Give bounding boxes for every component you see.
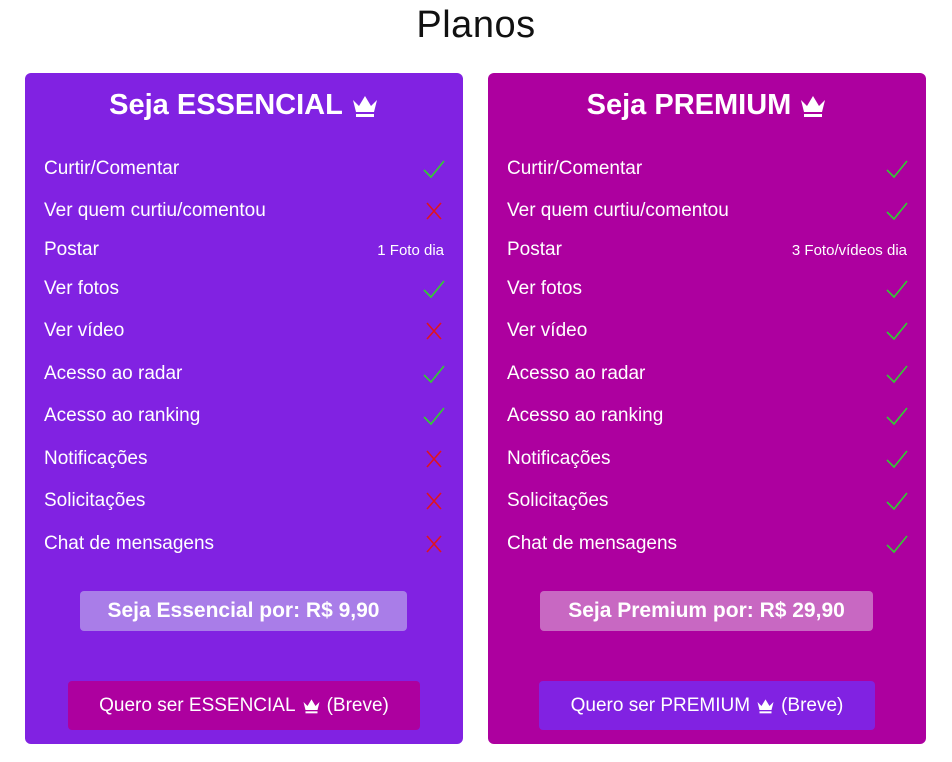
cross-icon [422,532,446,556]
feature-row: Solicitações [507,486,909,516]
page-title: Planos [416,4,536,46]
feature-label: Ver fotos [44,278,119,299]
feature-value: 3 Foto/vídeos dia [791,241,907,259]
feature-label: Postar [507,239,562,260]
feature-value: 1 Foto dia [377,241,444,259]
check-icon [885,489,909,513]
feature-label: Postar [44,239,99,260]
feature-row: Ver fotos [44,274,446,304]
subscribe-essencial-button[interactable]: Quero ser ESSENCIAL (Breve) [68,681,420,730]
cross-icon [422,489,446,513]
feature-row: Acesso ao ranking [44,401,446,431]
feature-label: Curtir/Comentar [44,158,180,179]
subscribe-premium-button[interactable]: Quero ser PREMIUM (Breve) [539,681,875,730]
cross-icon [422,319,446,343]
check-icon [422,404,446,428]
check-icon [885,199,909,223]
plan-title-text: Seja ESSENCIAL [109,89,343,121]
crown-icon [799,94,827,118]
price-badge-premium: Seja Premium por: R$ 29,90 [540,591,873,631]
crown-icon [302,698,321,714]
feature-label: Chat de mensagens [507,533,678,554]
feature-row: Solicitações [44,486,444,516]
feature-row: Acesso ao radar [44,359,446,389]
check-icon [885,362,909,386]
feature-label: Solicitações [44,490,146,511]
feature-row: Notificações [507,444,909,474]
price-badge-essencial: Seja Essencial por: R$ 9,90 [80,591,407,631]
feature-label: Curtir/Comentar [507,158,643,179]
crown-icon [351,94,379,118]
feature-row: Postar 3 Foto/vídeos dia [507,235,907,265]
feature-row: Acesso ao ranking [507,401,909,431]
feature-row: Curtir/Comentar [44,154,446,184]
feature-label: Ver vídeo [507,320,588,341]
feature-label: Notificações [507,448,611,469]
check-icon [885,404,909,428]
feature-row: Ver quem curtiu/comentou [507,196,909,226]
feature-row: Notificações [44,444,444,474]
check-icon [885,319,909,343]
feature-row: Chat de mensagens [44,529,444,559]
check-icon [422,277,446,301]
button-label-after: (Breve) [781,694,844,716]
feature-label: Ver quem curtiu/comentou [507,200,729,221]
cross-icon [422,199,446,223]
feature-label: Notificações [44,448,148,469]
feature-row: Ver quem curtiu/comentou [44,196,444,226]
feature-label: Acesso ao radar [507,363,646,384]
check-icon [885,532,909,556]
feature-row: Curtir/Comentar [507,154,909,184]
feature-label: Acesso ao ranking [44,405,201,426]
plan-title-premium: Seja PREMIUM [488,89,926,122]
plan-title-essencial: Seja ESSENCIAL [25,89,463,122]
check-icon [422,362,446,386]
check-icon [885,447,909,471]
plan-title-text: Seja PREMIUM [586,89,792,121]
feature-label: Acesso ao ranking [507,405,664,426]
feature-row: Acesso ao radar [507,359,909,389]
feature-row: Chat de mensagens [507,529,909,559]
button-label-after: (Breve) [326,694,389,716]
feature-row: Ver vídeo [44,316,444,346]
feature-label: Ver vídeo [44,320,125,341]
feature-label: Solicitações [507,490,609,511]
feature-label: Ver quem curtiu/comentou [44,200,266,221]
feature-label: Chat de mensagens [44,533,215,554]
feature-row: Ver fotos [507,274,909,304]
feature-label: Acesso ao radar [44,363,183,384]
crown-icon [756,698,775,714]
button-label-before: Quero ser ESSENCIAL [99,694,296,716]
feature-row: Ver vídeo [507,316,909,346]
check-icon [885,277,909,301]
cross-icon [422,447,446,471]
check-icon [422,157,446,181]
feature-label: Ver fotos [507,278,582,299]
feature-row: Postar 1 Foto dia [44,235,444,265]
check-icon [885,157,909,181]
button-label-before: Quero ser PREMIUM [570,694,751,716]
